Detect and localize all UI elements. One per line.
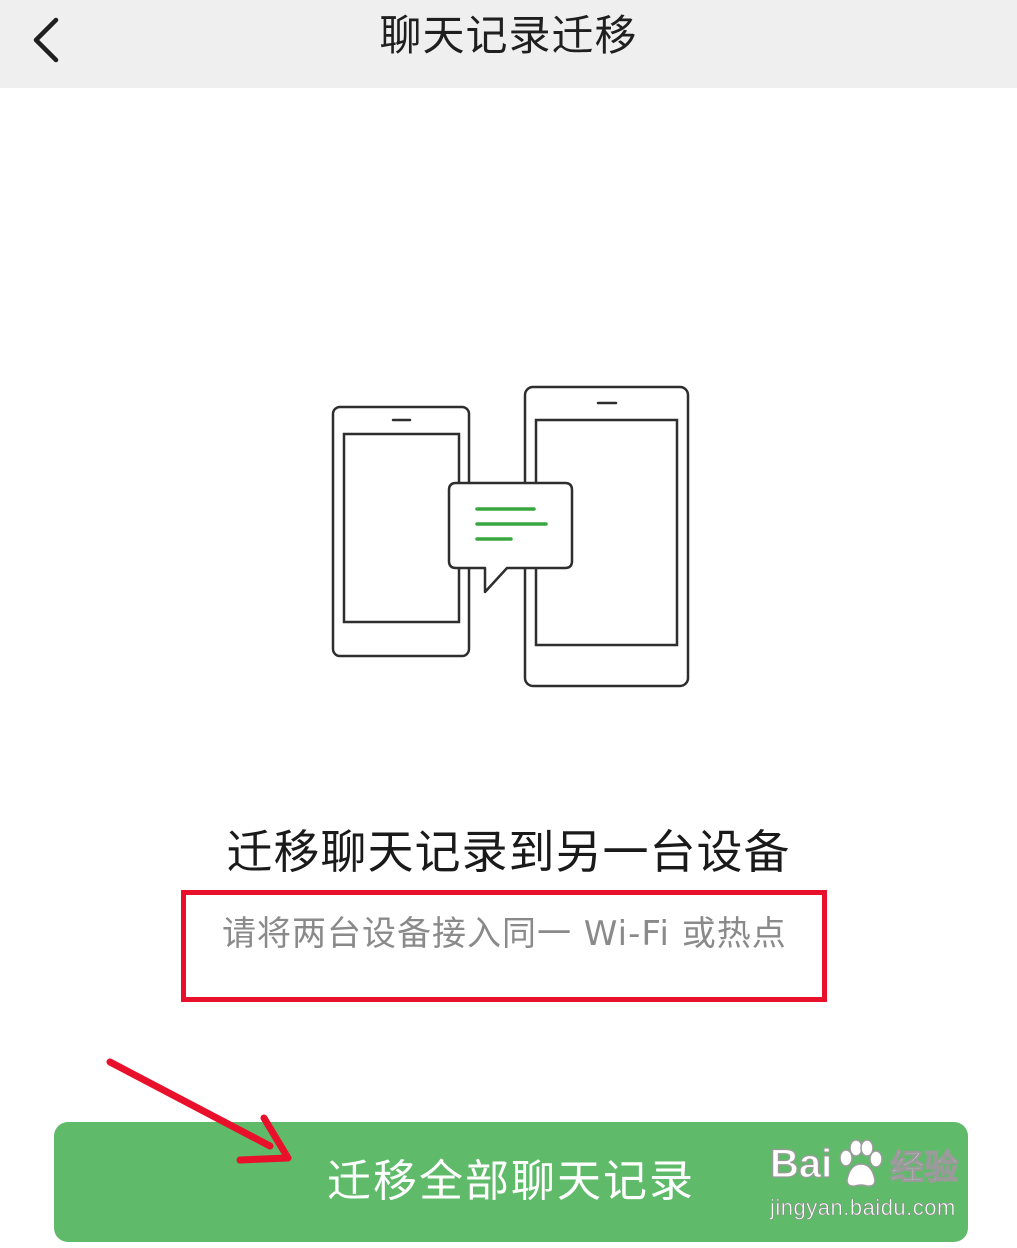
nav-bar: 聊天记录迁移 [0, 0, 1017, 88]
paw-icon [839, 1139, 883, 1187]
page-title: 聊天记录迁移 [379, 11, 638, 60]
watermark-product: 经验 [890, 1148, 959, 1187]
baidu-jingyan-watermark: Bai 经验 jingyan.baidu.com [769, 1135, 970, 1230]
red-arrow-annotation [106, 1058, 292, 1164]
device-transfer-illustration [331, 385, 690, 688]
watermark-brand-prefix: Bai [769, 1141, 833, 1186]
headline: 迁移聊天记录到另一台设备 [226, 825, 791, 879]
hint-text: 请将两台设备接入同一 Wi-Fi 或热点 [222, 914, 787, 954]
watermark-url: jingyan.baidu.com [770, 1195, 956, 1221]
